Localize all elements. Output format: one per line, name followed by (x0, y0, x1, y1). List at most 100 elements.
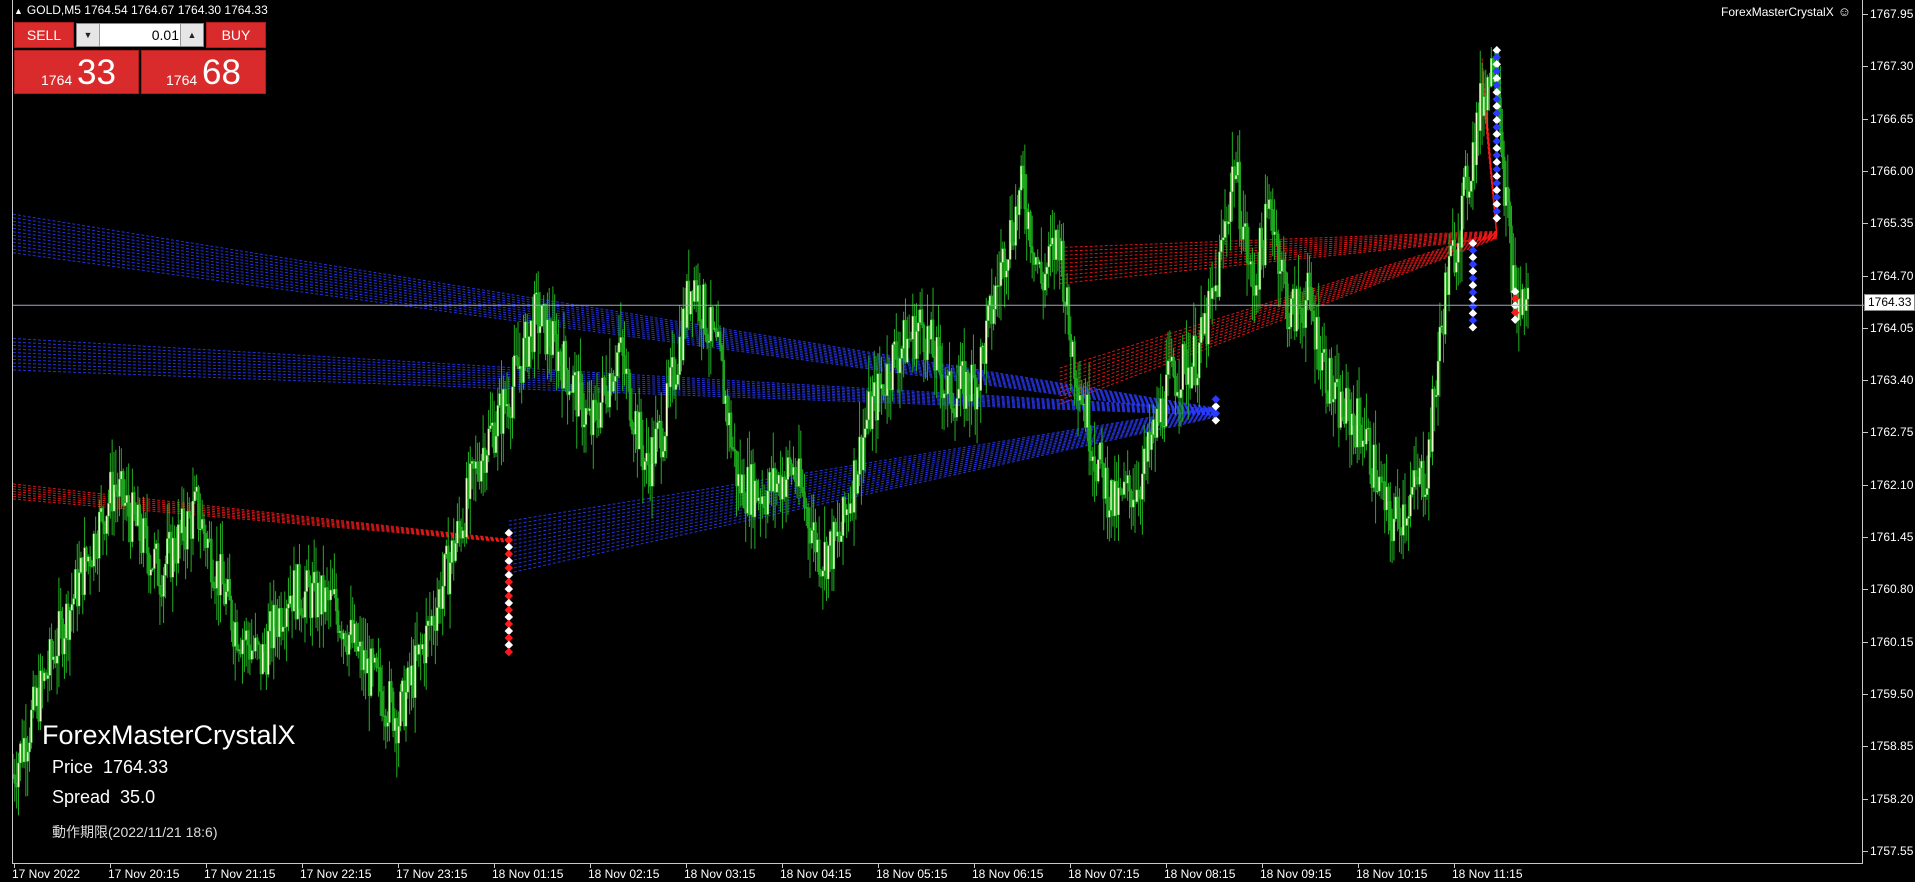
candle-body (1161, 398, 1164, 427)
bid-price-digits: 33 (77, 53, 116, 92)
info-title: ForexMasterCrystalX (42, 720, 296, 750)
candle-body (1352, 413, 1355, 427)
candle-body (404, 691, 408, 727)
candle-body (202, 519, 206, 534)
candle-body (70, 604, 74, 611)
candle-body (1469, 180, 1473, 192)
candle-body (663, 435, 667, 452)
candle-body (1389, 501, 1392, 531)
chevron-up-icon[interactable]: ▲ (180, 24, 203, 46)
candle-body (1438, 326, 1442, 362)
price-axis-tick (1863, 798, 1868, 800)
candle-body (871, 395, 874, 430)
candle-body (571, 375, 575, 393)
candle-body (656, 422, 659, 430)
lot-size-input[interactable] (101, 24, 183, 46)
candle-body (1166, 360, 1170, 375)
candle-body (665, 383, 668, 437)
candle-body (540, 305, 544, 327)
time-axis-label: 18 Nov 03:15 (684, 867, 756, 881)
candle-body (476, 461, 479, 475)
candle-body (788, 457, 792, 465)
candle-body (891, 344, 894, 391)
chart-title: ▲ GOLD,M5 1764.54 1764.67 1764.30 1764.33 (14, 3, 268, 17)
candle-body (718, 331, 722, 346)
lot-size-stepper[interactable]: ▼ ▲ (76, 23, 204, 47)
ask-price-prefix: 1764 (166, 72, 198, 88)
candle-body (469, 463, 472, 500)
candle-body (303, 591, 307, 618)
candle-body (839, 535, 843, 542)
candle-body (1269, 199, 1273, 210)
price-axis-label: 1760.80 (1870, 582, 1914, 597)
candle-body (553, 320, 556, 335)
candle-body (766, 490, 769, 515)
candle-body (1365, 428, 1368, 445)
bid-price-prefix: 1764 (41, 72, 73, 88)
candle-body (1137, 489, 1140, 498)
candle-body (1194, 335, 1197, 386)
candle-body (1093, 456, 1096, 472)
candle-body (1286, 283, 1289, 330)
candle-body (720, 344, 724, 361)
candle-body (920, 309, 924, 325)
price-axis-tick (1863, 14, 1868, 15)
sell-button[interactable]: SELL (14, 22, 74, 48)
candle-body (1073, 341, 1076, 379)
bid-price-tile[interactable]: 1764 33 (14, 50, 139, 94)
buy-button[interactable]: BUY (206, 22, 266, 48)
candle-body (188, 510, 191, 516)
candle-body (1467, 191, 1471, 198)
collapse-triangle-icon[interactable]: ▲ (14, 6, 23, 16)
smiley-icon[interactable]: ☺ (1838, 4, 1851, 19)
candle-body (939, 346, 942, 375)
candle-body (882, 384, 885, 395)
candle-body (158, 585, 162, 595)
candle-body (522, 337, 525, 383)
candle-body (221, 553, 224, 584)
candle-body (1449, 245, 1453, 257)
candle-body (827, 545, 830, 580)
info-spread-label: Spread (52, 787, 111, 807)
candle-body (639, 411, 643, 446)
candle-body (775, 483, 779, 493)
buy-signal-marker (1468, 323, 1478, 332)
price-axis-label: 1766.00 (1870, 163, 1914, 178)
candle-body (356, 646, 360, 652)
candle-body (307, 570, 310, 588)
candle-body (1100, 442, 1104, 464)
candle-body (347, 634, 351, 655)
candle-body (630, 419, 634, 430)
candle-body (1251, 261, 1254, 288)
time-axis-label: 18 Nov 07:15 (1068, 867, 1140, 881)
expert-advisor-label[interactable]: ForexMasterCrystalX ☺ (1721, 4, 1851, 19)
candle-body (375, 657, 378, 668)
candle-body (13, 774, 17, 784)
candle-body (1062, 240, 1065, 303)
candle-body (1278, 271, 1282, 274)
price-axis-label: 1765.35 (1870, 216, 1914, 231)
candle-body (1374, 444, 1377, 492)
price-axis-tick (1863, 380, 1868, 382)
candle-body (1277, 233, 1280, 274)
candle-body (1346, 387, 1350, 400)
candle-body (246, 630, 250, 646)
candle-body (88, 556, 92, 567)
ask-price-tile[interactable]: 1764 68 (141, 50, 266, 94)
candle-body (30, 709, 33, 743)
candle-body (1043, 273, 1047, 291)
candle-body (1128, 475, 1131, 492)
candle-body (861, 437, 865, 471)
candle-body (287, 603, 290, 609)
candle-body (432, 615, 435, 626)
price-axis-tick (1863, 327, 1868, 329)
candle-body (325, 587, 329, 592)
candle-body (1029, 211, 1032, 247)
candle-body (951, 408, 955, 414)
candle-body (441, 585, 444, 610)
candle-body (336, 610, 340, 633)
chevron-down-icon[interactable]: ▼ (77, 24, 100, 46)
candle-body (1021, 165, 1025, 175)
candle-body (1330, 357, 1333, 403)
candle-body (957, 388, 960, 399)
